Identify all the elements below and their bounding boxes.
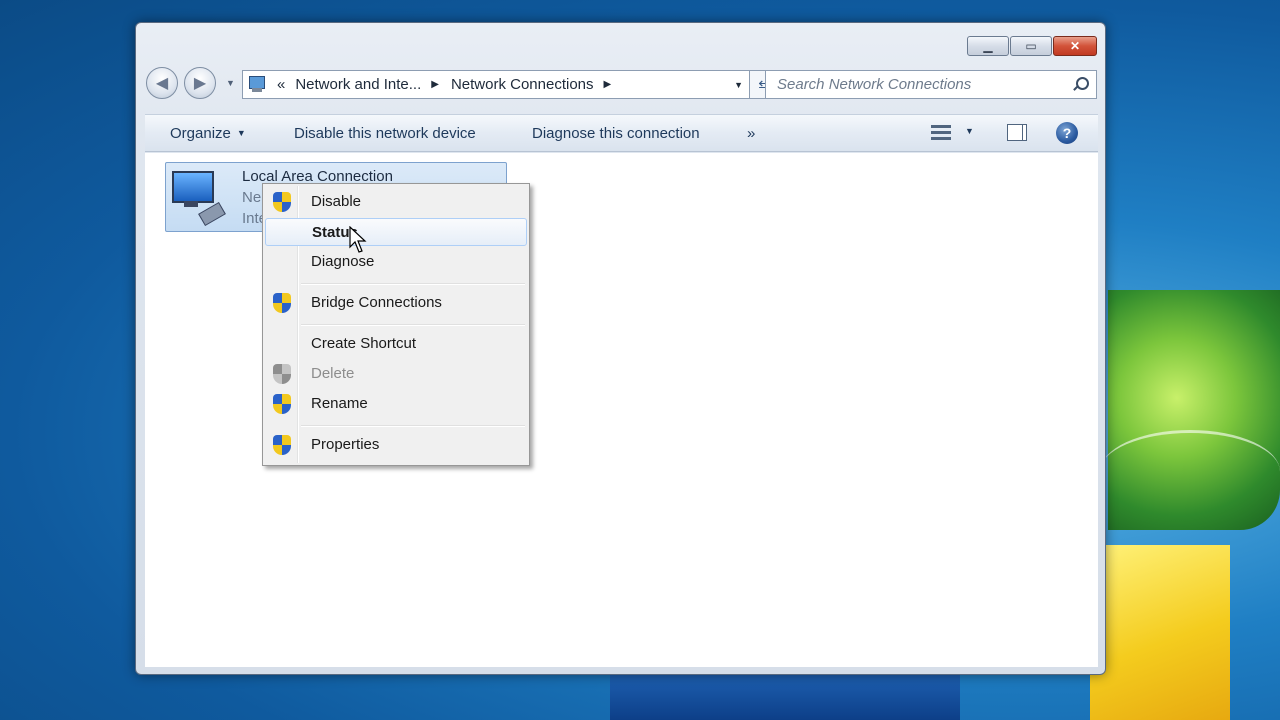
minimize-icon: ▁ xyxy=(983,39,993,53)
menu-item-label: Disable xyxy=(311,193,362,210)
search-input[interactable]: Search Network Connections xyxy=(765,70,1097,99)
navigation-buttons: ◀ ▶ ▼ xyxy=(146,67,235,101)
diagnose-connection-button[interactable]: Diagnose this connection xyxy=(532,125,700,142)
help-icon[interactable]: ? xyxy=(1056,122,1078,144)
uac-shield-icon xyxy=(273,192,291,212)
menu-item-rename[interactable]: Rename xyxy=(265,390,527,418)
chevron-right-icon[interactable]: ▶ xyxy=(604,79,612,90)
organize-label: Organize xyxy=(170,125,231,142)
organize-menu[interactable]: Organize ▼ xyxy=(170,125,246,142)
network-connections-icon xyxy=(247,75,269,95)
menu-item-diagnose[interactable]: Diagnose xyxy=(265,248,527,276)
menu-item-properties[interactable]: Properties xyxy=(265,431,527,459)
forward-button[interactable]: ▶ xyxy=(184,67,216,99)
context-menu: Disable Status Diagnose Bridge Connectio… xyxy=(262,183,530,466)
menu-item-bridge-connections[interactable]: Bridge Connections xyxy=(265,289,527,317)
menu-item-status[interactable]: Status xyxy=(265,218,527,246)
menu-item-label: Create Shortcut xyxy=(311,335,417,352)
breadcrumb-overflow[interactable]: « xyxy=(277,76,285,93)
connection-status-text: Ne xyxy=(242,189,262,206)
minimize-button[interactable]: ▁ xyxy=(967,36,1009,56)
menu-item-label: Diagnose xyxy=(311,253,375,270)
menu-separator xyxy=(301,425,525,427)
restore-icon: ▭ xyxy=(1025,39,1037,53)
menu-separator xyxy=(301,283,525,285)
views-dropdown-icon[interactable]: ▼ xyxy=(965,126,974,136)
caret-down-icon: ▼ xyxy=(236,128,246,138)
uac-shield-icon xyxy=(273,394,291,414)
forward-arrow-icon: ▶ xyxy=(193,75,207,92)
maximize-button[interactable]: ▭ xyxy=(1010,36,1052,56)
close-button[interactable]: ✕ xyxy=(1053,36,1097,56)
breadcrumb-network-and-internet[interactable]: Network and Inte... xyxy=(295,76,421,93)
windows-logo-blue-pane xyxy=(610,675,960,720)
uac-shield-icon xyxy=(273,293,291,313)
menu-item-label: Properties xyxy=(311,436,380,453)
menu-item-disable[interactable]: Disable xyxy=(265,188,527,216)
menu-item-label: Delete xyxy=(311,365,355,382)
menu-item-label: Bridge Connections xyxy=(311,294,442,311)
breadcrumb-network-connections[interactable]: Network Connections xyxy=(451,76,594,93)
wallpaper-swoosh xyxy=(1100,430,1280,513)
windows-logo-yellow-pane xyxy=(1090,545,1230,720)
disable-device-button[interactable]: Disable this network device xyxy=(294,125,476,142)
address-bar[interactable]: « Network and Inte... ▶ Network Connecti… xyxy=(242,70,750,99)
caption-buttons: ▁ ▭ ✕ xyxy=(967,36,1097,56)
menu-item-delete: Delete xyxy=(265,360,527,388)
search-placeholder: Search Network Connections xyxy=(777,76,972,93)
chevron-right-icon[interactable]: ▶ xyxy=(431,79,439,90)
uac-shield-icon xyxy=(273,435,291,455)
menu-item-create-shortcut[interactable]: Create Shortcut xyxy=(265,330,527,358)
menu-separator xyxy=(301,324,525,326)
menu-item-label: Rename xyxy=(311,395,368,412)
preview-pane-icon[interactable] xyxy=(1007,124,1027,141)
views-icon[interactable] xyxy=(931,123,953,143)
back-button[interactable]: ◀ xyxy=(146,67,178,99)
search-icon[interactable] xyxy=(1072,76,1089,92)
back-arrow-icon: ◀ xyxy=(155,75,169,92)
address-dropdown-icon[interactable]: ▼ xyxy=(734,80,743,90)
recent-pages-dropdown[interactable]: ▼ xyxy=(226,78,235,88)
uac-shield-icon xyxy=(273,364,291,384)
network-adapter-icon xyxy=(170,167,230,227)
command-bar: Organize ▼ Disable this network device Di… xyxy=(145,114,1098,152)
more-commands-button[interactable]: » xyxy=(747,125,755,142)
close-icon: ✕ xyxy=(1069,39,1081,53)
